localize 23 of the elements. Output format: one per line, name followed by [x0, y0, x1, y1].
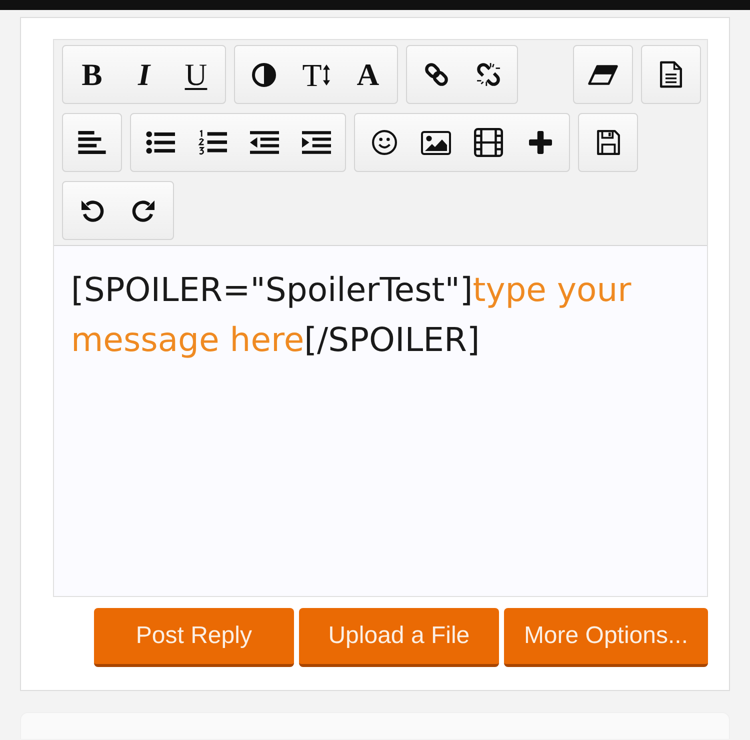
redo-icon — [132, 198, 156, 222]
bold-button[interactable]: B — [66, 46, 118, 103]
smiley-icon — [372, 130, 396, 155]
link-icon — [424, 62, 448, 87]
half-circle-icon — [252, 62, 276, 86]
message-field[interactable]: [SPOILER="SpoilerTest"]type your message here[/SPOILER] — [54, 246, 707, 596]
document-icon — [660, 61, 682, 88]
bulleted-list-icon — [146, 131, 174, 154]
undo-icon — [80, 198, 104, 222]
font-button[interactable]: A — [342, 46, 394, 103]
align-left-icon — [78, 131, 106, 154]
outdent-icon — [250, 131, 278, 154]
broken-link-icon — [476, 62, 500, 87]
film-icon — [474, 128, 502, 157]
text-size-button[interactable]: T — [290, 46, 342, 103]
underline-button[interactable]: U — [170, 46, 222, 103]
plus-icon — [528, 131, 552, 154]
up-down-arrow-icon — [322, 62, 330, 86]
image-icon — [421, 130, 451, 154]
eraser-icon — [588, 64, 618, 84]
numbered-list-icon — [198, 130, 226, 155]
indent-icon — [302, 131, 330, 154]
italic-button[interactable]: I — [118, 46, 170, 103]
